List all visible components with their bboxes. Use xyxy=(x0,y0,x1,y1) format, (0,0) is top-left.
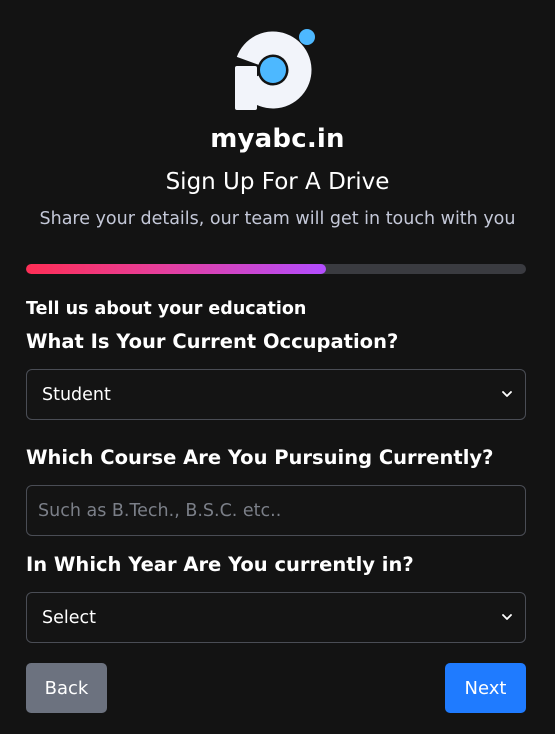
progress-bar xyxy=(26,264,526,274)
year-selected-value: Select xyxy=(42,607,96,628)
page-subtitle: Share your details, our team will get in… xyxy=(39,209,516,229)
section-label: Tell us about your education xyxy=(26,299,307,319)
brand-logo-icon xyxy=(234,28,317,110)
brand-name: myabc.in xyxy=(210,124,345,154)
progress-bar-fill xyxy=(26,264,326,274)
course-question: Which Course Are You Pursuing Currently? xyxy=(26,446,494,469)
course-input[interactable] xyxy=(26,485,526,536)
year-select[interactable]: Select xyxy=(26,592,526,643)
next-button[interactable]: Next xyxy=(445,663,526,713)
back-button[interactable]: Back xyxy=(26,663,107,713)
occupation-select[interactable]: Student xyxy=(26,369,526,420)
chevron-down-icon xyxy=(502,391,512,397)
occupation-question: What Is Your Current Occupation? xyxy=(26,330,399,353)
chevron-down-icon xyxy=(502,614,512,620)
year-question: In Which Year Are You currently in? xyxy=(26,553,414,576)
occupation-selected-value: Student xyxy=(42,384,111,405)
page-title: Sign Up For A Drive xyxy=(165,169,390,195)
signup-page: myabc.in Sign Up For A Drive Share your … xyxy=(0,0,555,734)
